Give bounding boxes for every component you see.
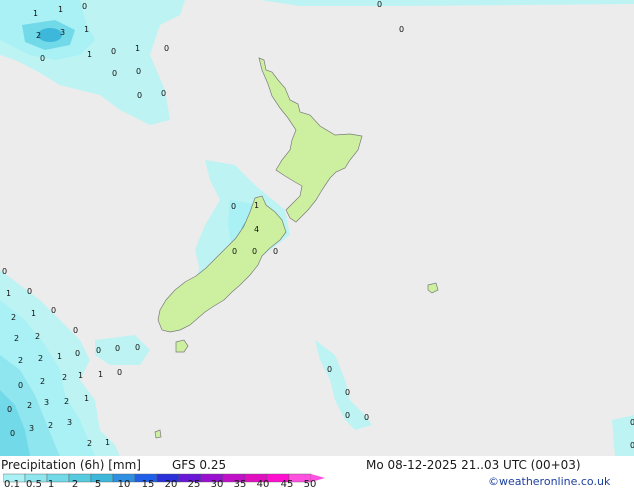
map-value-label: 0	[399, 25, 404, 34]
valid-time: Mo 08-12-2025 21..03 UTC (00+03)	[366, 458, 581, 472]
legend-tick-label: 40	[256, 479, 270, 490]
map-value-label: 0	[75, 349, 80, 358]
map-value-label: 2	[62, 373, 67, 382]
legend-tick-label: 1	[47, 479, 55, 490]
map-value-label: 0	[327, 365, 332, 374]
map-value-label: 0	[117, 368, 122, 377]
map-value-label: 1	[58, 5, 63, 14]
legend-tick-label: 5	[94, 479, 102, 490]
map-value-label: 2	[38, 354, 43, 363]
map-value-label: 0	[252, 247, 257, 256]
map-value-label: 1	[31, 309, 36, 318]
map-value-label: 1	[6, 289, 11, 298]
map-value-label: 0	[2, 267, 7, 276]
legend-tick-label: 10	[117, 479, 131, 490]
map-value-label: 3	[44, 398, 49, 407]
map-value-label: 0	[18, 381, 23, 390]
map-value-label: 2	[48, 421, 53, 430]
map-value-label: 0	[231, 202, 236, 211]
footer-bar: Precipitation (6h) [mm] GFS 0.25 Mo 08-1…	[0, 456, 634, 490]
legend-tick-label: 15	[141, 479, 155, 490]
map-value-label: 1	[57, 352, 62, 361]
map-value-label: 0	[7, 405, 12, 414]
map-value-label: 1	[135, 44, 140, 53]
map-value-label: 1	[98, 370, 103, 379]
legend-tick-label: 45	[280, 479, 294, 490]
legend-tick-label: 35	[233, 479, 247, 490]
legend-tick-label: 25	[187, 479, 201, 490]
map-value-label: 0	[345, 411, 350, 420]
map-value-label: 2	[40, 377, 45, 386]
map-value-label: 0	[40, 54, 45, 63]
legend-tick-label: 50	[303, 479, 317, 490]
legend-tick-label: 0.5	[26, 479, 42, 490]
map-value-label: 2	[18, 356, 23, 365]
map-value-label: 2	[27, 401, 32, 410]
map-value-label: 1	[78, 371, 83, 380]
map-value-label: 0	[137, 91, 142, 100]
map-value-label: 1	[84, 25, 89, 34]
map-value-label: 0	[232, 247, 237, 256]
map-value-label: 2	[64, 397, 69, 406]
map-value-label: 0	[51, 306, 56, 315]
map-value-label: 0	[96, 346, 101, 355]
map-value-label: 0	[377, 0, 382, 9]
legend-tick-label: 2	[71, 479, 79, 490]
map-value-label: 2	[14, 334, 19, 343]
map-value-label: 2	[36, 31, 41, 40]
map-value-label: 2	[11, 313, 16, 322]
map-value-label: 0	[82, 2, 87, 11]
map-value-label: 1	[254, 201, 259, 210]
map-value-label: 3	[60, 28, 65, 37]
map-value-label: 1	[33, 9, 38, 18]
map-value-label: 0	[73, 326, 78, 335]
credit-link[interactable]: ©weatheronline.co.uk	[488, 475, 610, 488]
map-value-label: 0	[630, 418, 634, 427]
map-value-label: 4	[254, 225, 259, 234]
map-value-label: 2	[87, 439, 92, 448]
map-value-label: 0	[630, 441, 634, 450]
legend-tick-label: 20	[164, 479, 178, 490]
map-value-label: 0	[135, 343, 140, 352]
legend-tick-label: 30	[210, 479, 224, 490]
map-value-label: 0	[10, 429, 15, 438]
model-name: GFS 0.25	[172, 458, 227, 472]
map-value-label: 0	[164, 44, 169, 53]
map-value-label: 0	[273, 247, 278, 256]
map-value-label: 1	[84, 394, 89, 403]
map-value-label: 0	[345, 388, 350, 397]
map-value-label: 0	[364, 413, 369, 422]
map-value-label: 3	[67, 418, 72, 427]
map-value-label: 1	[87, 50, 92, 59]
map-value-label: 0	[115, 344, 120, 353]
product-title: Precipitation (6h) [mm]	[1, 458, 141, 472]
map-value-label: 2	[35, 332, 40, 341]
map-value-label: 0	[136, 67, 141, 76]
map-value-label: 1	[105, 438, 110, 447]
map-value-label: 0	[161, 89, 166, 98]
map-value-label: 0	[112, 69, 117, 78]
precipitation-map: 1 1 0 2 3 1 0 1 0 1 0 0 0 0 0 0 0 1 4 0 0 0 0 1 0 2 1 0 0 2 2 1 0 0 0 0 0 2 2 1…	[0, 0, 634, 456]
legend-tick-label: 0.1	[4, 479, 20, 490]
map-value-label: 3	[29, 424, 34, 433]
map-value-label: 0	[27, 287, 32, 296]
map-value-label: 0	[111, 47, 116, 56]
